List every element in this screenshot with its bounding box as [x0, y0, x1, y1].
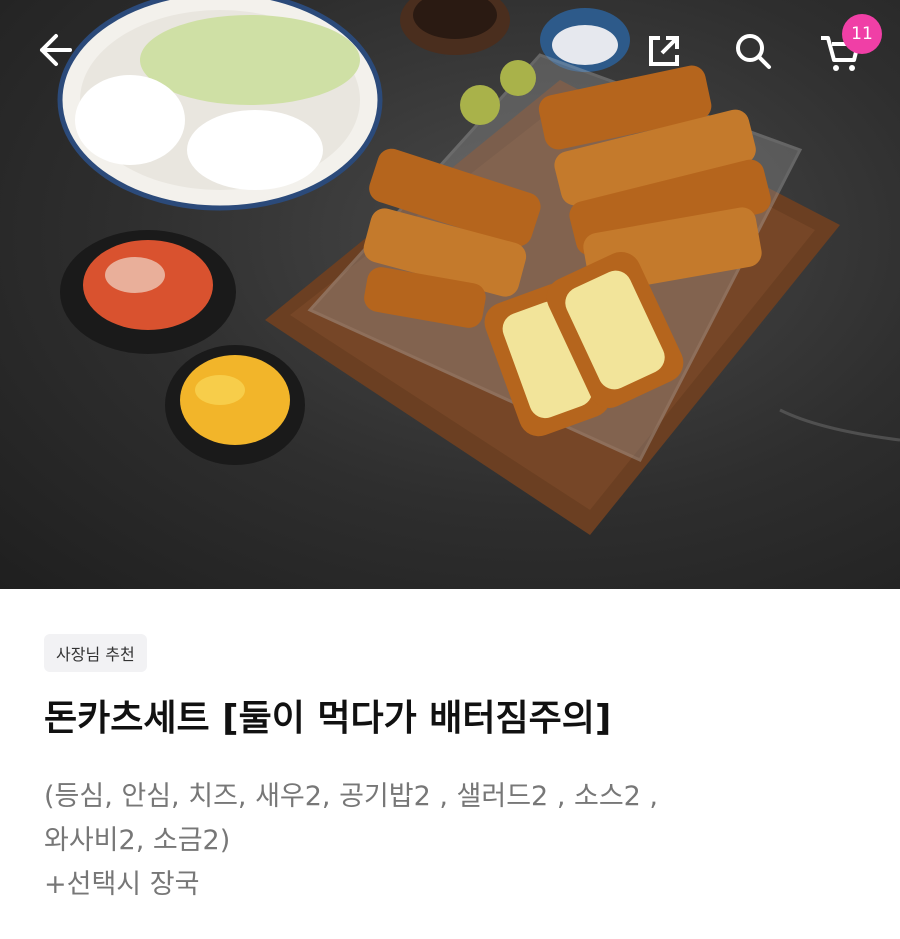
product-info: 사장님 추천 돈카츠세트 [둘이 먹다가 배터짐주의] (등심, 안심, 치즈,… [0, 589, 900, 939]
search-icon [736, 34, 771, 69]
food-photo [57, 0, 900, 535]
product-image: 11 [0, 0, 900, 589]
product-description: (등심, 안심, 치즈, 새우2, 공기밥2 , 샐러드2 , 소스2 , 와사… [44, 775, 864, 907]
share-icon [649, 36, 679, 66]
product-title: 돈카츠세트 [둘이 먹다가 배터짐주의] [44, 698, 612, 739]
arrow-left-icon [40, 34, 72, 66]
recommendation-badge: 사장님 추천 [44, 634, 147, 672]
description-line-1: (등심, 안심, 치즈, 새우2, 공기밥2 , 샐러드2 , 소스2 , [44, 781, 659, 812]
back-button[interactable] [34, 30, 82, 78]
description-line-2: 와사비2, 소금2) [44, 825, 231, 856]
description-line-3: +선택시 장국 [44, 869, 200, 900]
search-button[interactable] [732, 30, 780, 78]
share-button[interactable] [644, 30, 692, 78]
cart-count-badge: 11 [842, 14, 882, 54]
